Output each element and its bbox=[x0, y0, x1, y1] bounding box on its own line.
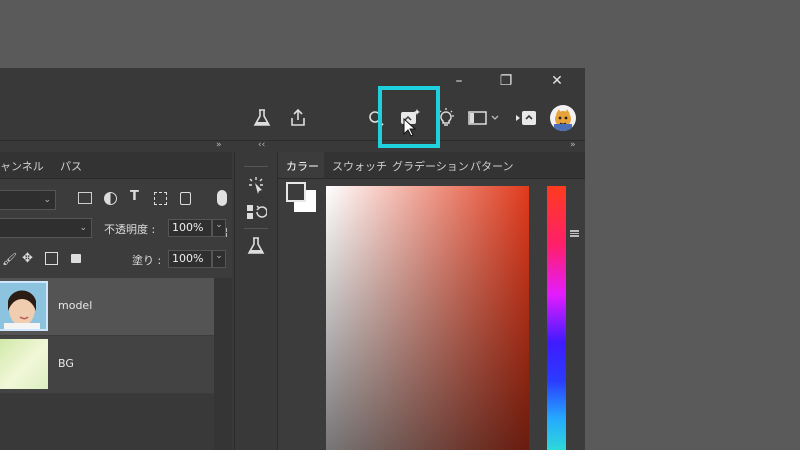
layers-tabbar: ャンネル パス bbox=[0, 152, 232, 235]
restore-button[interactable]: ❐ bbox=[492, 70, 520, 92]
strip-divider bbox=[244, 166, 268, 167]
tab-color[interactable]: カラー bbox=[286, 158, 319, 174]
filter-toggle[interactable] bbox=[217, 190, 227, 206]
photoshop-window: – ❐ ✕ » ‹‹ » ャンネル パス ⌄ T ⌄ 不透明度: 100% ⌄… bbox=[0, 68, 585, 450]
filter-pixel-icon[interactable] bbox=[78, 192, 92, 204]
opacity-dropdown[interactable]: ⌄ bbox=[212, 219, 226, 237]
flask-icon[interactable] bbox=[246, 236, 266, 260]
share-icon[interactable] bbox=[284, 104, 312, 132]
layers-scrollbar[interactable] bbox=[214, 278, 232, 450]
opacity-input[interactable]: 100% bbox=[168, 219, 212, 237]
layer-row[interactable]: BG bbox=[0, 336, 214, 393]
tab-patterns[interactable]: パターン bbox=[470, 158, 513, 174]
fill-label: 塗り : bbox=[132, 254, 162, 267]
layer-row[interactable]: model bbox=[0, 278, 214, 335]
collapse-mid-icon[interactable]: ‹‹ bbox=[258, 140, 265, 152]
lock-all-icon[interactable] bbox=[71, 254, 81, 263]
tab-swatches[interactable]: スウォッチ bbox=[332, 158, 387, 174]
layer-thumbnail bbox=[0, 281, 48, 331]
strip-divider bbox=[244, 228, 268, 229]
chevron-down-icon[interactable] bbox=[488, 104, 502, 132]
user-avatar[interactable] bbox=[550, 105, 576, 131]
layer-name: BG bbox=[58, 357, 74, 370]
color-menu-icon[interactable] bbox=[570, 230, 579, 237]
close-button[interactable]: ✕ bbox=[543, 70, 571, 92]
chevron-down-icon: ⌄ bbox=[79, 223, 87, 233]
layer-filter-select[interactable]: ⌄ bbox=[0, 190, 56, 210]
blend-mode-select[interactable]: ⌄ bbox=[0, 218, 92, 238]
history-icon[interactable] bbox=[245, 202, 268, 226]
layers-panel: ャンネル パス ⌄ T ⌄ 不透明度 : 100% ⌄ 🖌 ✥ 塗り : 100… bbox=[0, 152, 232, 450]
collapse-left-icon[interactable]: » bbox=[216, 140, 222, 152]
chevron-down-icon: ⌄ bbox=[43, 195, 51, 205]
foreground-color-swatch[interactable] bbox=[286, 182, 306, 202]
tab-paths[interactable]: パス bbox=[60, 158, 82, 174]
opacity-label: 不透明度 : bbox=[104, 223, 156, 236]
minimize-button[interactable]: – bbox=[445, 70, 473, 92]
filter-smartobject-icon[interactable] bbox=[180, 192, 191, 205]
lock-paint-icon[interactable]: 🖌 bbox=[2, 252, 17, 266]
lock-position-icon[interactable]: ✥ bbox=[22, 251, 33, 266]
color-panel: カラー スウォッチ グラデーション パターン bbox=[278, 152, 585, 450]
tab-gradients[interactable]: グラデーション bbox=[392, 158, 469, 174]
mouse-cursor-icon bbox=[403, 117, 417, 142]
lock-artboard-icon[interactable] bbox=[45, 252, 58, 265]
tab-channels[interactable]: ャンネル bbox=[0, 158, 44, 174]
fill-dropdown[interactable]: ⌄ bbox=[212, 250, 226, 268]
flask-icon[interactable] bbox=[248, 104, 276, 132]
top-toolbar bbox=[0, 96, 585, 141]
filter-adjustment-icon[interactable] bbox=[104, 192, 117, 205]
filter-type-icon[interactable]: T bbox=[130, 189, 139, 204]
layer-name: model bbox=[58, 299, 93, 312]
color-tabbar: カラー スウォッチ グラデーション パターン bbox=[278, 152, 585, 179]
cloud-sync-icon[interactable] bbox=[512, 104, 540, 132]
hue-slider[interactable] bbox=[547, 186, 566, 450]
collapse-right-icon[interactable]: » bbox=[570, 140, 576, 152]
saturation-field[interactable] bbox=[326, 186, 529, 450]
learn-icon[interactable] bbox=[245, 174, 267, 198]
layer-thumbnail bbox=[0, 339, 48, 389]
panel-dock-strip bbox=[234, 152, 278, 450]
fill-input[interactable]: 100% bbox=[168, 250, 212, 268]
layers-empty-area bbox=[0, 394, 214, 450]
title-bar: – ❐ ✕ bbox=[0, 68, 585, 96]
filter-shape-icon[interactable] bbox=[154, 192, 167, 205]
